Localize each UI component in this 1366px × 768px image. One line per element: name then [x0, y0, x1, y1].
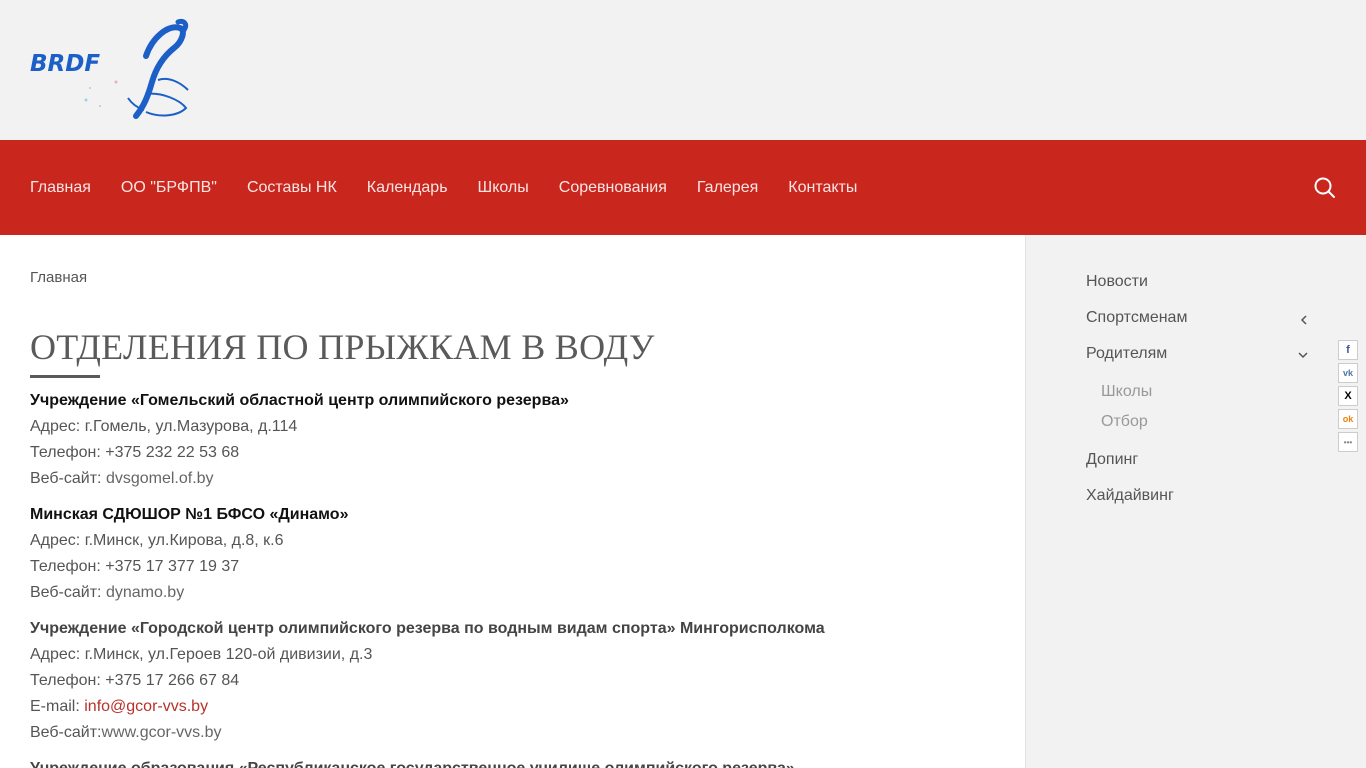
org-website-row: Веб-сайт:www.gcor-vvs.by — [30, 720, 990, 746]
chevron-left-icon[interactable] — [1298, 313, 1310, 325]
org-block: Учреждение «Городской центр олимпийского… — [30, 616, 990, 746]
nav-item-contacts[interactable]: Контакты — [788, 179, 857, 197]
email-link[interactable]: info@gcor-vvs.by — [84, 698, 208, 715]
org-address: Адрес: г.Гомель, ул.Мазурова, д.114 — [30, 418, 298, 435]
site-header: BRDF — [0, 0, 1366, 140]
org-address: Адрес: г.Минск, ул.Героев 120-ой дивизии… — [30, 646, 373, 663]
ok-icon[interactable]: ok — [1338, 409, 1358, 429]
org-name: Минская СДЮШОР №1 БФСО «Динамо» — [30, 506, 349, 523]
search-icon[interactable] — [1312, 175, 1338, 201]
breadcrumb[interactable]: Главная — [30, 269, 87, 286]
sidebar-item-athletes[interactable]: Спортсменам — [1086, 309, 1187, 327]
org-phone: Телефон: +375 232 22 53 68 — [30, 444, 240, 461]
nav-item-federation[interactable]: ОО "БРФПВ" — [121, 179, 217, 197]
org-list: Учреждение «Гомельский областной центр о… — [30, 388, 990, 768]
sidebar-subitem-schools[interactable]: Школы — [1101, 383, 1152, 401]
org-name: Учреждение «Гомельский областной центр о… — [30, 392, 569, 409]
nav-item-national-teams[interactable]: Составы НК — [247, 179, 337, 197]
main-navbar: Главная ОО "БРФПВ" Составы НК Календарь … — [0, 140, 1366, 235]
website-label: Веб-сайт: — [30, 470, 106, 487]
email-label: E-mail: — [30, 698, 85, 715]
vk-icon[interactable]: vk — [1338, 363, 1358, 383]
nav-menu: Главная ОО "БРФПВ" Составы НК Календарь … — [30, 140, 887, 235]
chevron-down-icon[interactable] — [1297, 348, 1309, 360]
title-underline — [30, 375, 100, 378]
nav-item-competitions[interactable]: Соревнования — [559, 179, 667, 197]
org-block: Учреждение образования «Республиканское … — [30, 756, 990, 768]
sidebar-item-doping[interactable]: Допинг — [1086, 451, 1138, 469]
more-icon[interactable]: ••• — [1338, 432, 1358, 452]
org-address: Адрес: г.Минск, ул.Кирова, д.8, к.6 — [30, 532, 284, 549]
org-phone: Телефон: +375 17 377 19 37 — [30, 558, 240, 575]
org-block: Минская СДЮШОР №1 БФСО «Динамо» Адрес: г… — [30, 502, 990, 606]
main-content: Главная ОТДЕЛЕНИЯ ПО ПРЫЖКАМ В ВОДУ Учре… — [0, 235, 1025, 768]
nav-item-home[interactable]: Главная — [30, 179, 91, 197]
brdf-logo[interactable]: BRDF — [28, 18, 194, 124]
page-title: ОТДЕЛЕНИЯ ПО ПРЫЖКАМ В ВОДУ — [30, 327, 655, 367]
website-label: Веб-сайт: — [30, 584, 106, 601]
org-block: Учреждение «Гомельский областной центр о… — [30, 388, 990, 492]
org-phone: Телефон: +375 17 266 67 84 — [30, 672, 240, 689]
website-link[interactable]: dvsgomel.of.by — [106, 470, 214, 487]
org-email-row: E-mail: info@gcor-vvs.by — [30, 694, 990, 720]
sidebar-subitem-selection[interactable]: Отбор — [1101, 413, 1148, 431]
sidebar-item-highdiving[interactable]: Хайдайвинг — [1086, 487, 1174, 505]
website-link[interactable]: www.gcor-vvs.by — [102, 724, 222, 741]
facebook-icon[interactable]: f — [1338, 340, 1358, 360]
x-icon[interactable]: X — [1338, 386, 1358, 406]
sidebar-item-news[interactable]: Новости — [1086, 273, 1148, 291]
org-website-row: Веб-сайт: dynamo.by — [30, 580, 990, 606]
website-label: Веб-сайт: — [30, 724, 102, 741]
website-link[interactable]: dynamo.by — [106, 584, 184, 601]
sidebar-menu: Новости Спортсменам Родителям Школы Отбо… — [1025, 235, 1366, 768]
nav-item-calendar[interactable]: Календарь — [367, 179, 448, 197]
logo-text: BRDF — [30, 51, 100, 77]
org-name: Учреждение образования «Республиканское … — [30, 756, 990, 768]
sidebar-item-parents[interactable]: Родителям — [1086, 345, 1167, 363]
org-website-row: Веб-сайт: dvsgomel.of.by — [30, 466, 990, 492]
nav-item-schools[interactable]: Школы — [478, 179, 529, 197]
nav-item-gallery[interactable]: Галерея — [697, 179, 758, 197]
org-name: Учреждение «Городской центр олимпийского… — [30, 620, 825, 637]
